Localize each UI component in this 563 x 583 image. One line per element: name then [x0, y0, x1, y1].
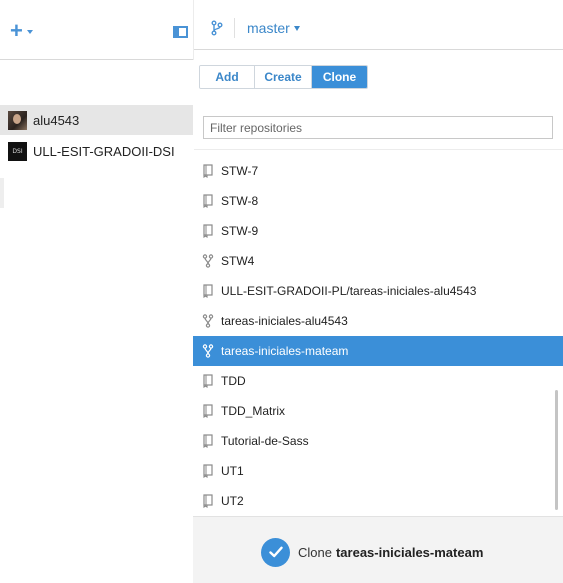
repository-list: STW-7 STW-8 STW-9 STW4 ULL-ESIT-GRADOII-PL/t…: [193, 156, 563, 516]
org-avatar: DSI: [8, 141, 27, 161]
account-label: ULL-ESIT-GRADOII-DSI: [33, 143, 175, 159]
repo-list-item[interactable]: TDD_Matrix: [193, 396, 563, 426]
fork-icon: [201, 254, 215, 268]
repo-list-item[interactable]: STW-9: [193, 216, 563, 246]
github-desktop-clone-panel: + master Add Create Clone alu4543 DSI UL…: [0, 0, 563, 583]
repo-icon: [201, 404, 215, 418]
repo-name: STW-9: [221, 224, 259, 238]
repo-name: UT1: [221, 464, 244, 478]
branch-selector[interactable]: master: [247, 19, 300, 37]
tab-add[interactable]: Add: [200, 66, 255, 88]
repo-list-item[interactable]: STW-8: [193, 186, 563, 216]
repo-icon: [201, 374, 215, 388]
repo-name: STW4: [221, 254, 255, 268]
repo-list-item[interactable]: UT1: [193, 456, 563, 486]
fork-icon: [201, 314, 215, 328]
repo-list-item[interactable]: Tutorial-de-Sass: [193, 426, 563, 456]
filter-bar: [194, 105, 563, 150]
fork-icon: [201, 344, 215, 358]
branch-separator: [234, 18, 235, 38]
clone-button[interactable]: Clone tareas-iniciales-mateam: [261, 537, 483, 567]
left-toolbar: +: [0, 0, 193, 60]
repo-list-item[interactable]: ULL-ESIT-GRADOII-PL/tareas-iniciales-alu…: [193, 276, 563, 306]
sidebar-edge: [0, 178, 4, 208]
repo-icon: [201, 464, 215, 478]
repo-name: TDD_Matrix: [221, 404, 286, 418]
repo-icon: [201, 164, 215, 178]
branch-name: master: [247, 20, 290, 36]
repo-name: TDD: [221, 374, 246, 388]
repo-icon: [201, 194, 215, 208]
branch-icon: [211, 20, 223, 36]
repo-list-item[interactable]: STW4: [193, 246, 563, 276]
repo-list-item[interactable]: tareas-iniciales-mateam: [193, 336, 563, 366]
accounts-sidebar: alu4543 DSI ULL-ESIT-GRADOII-DSI: [0, 105, 193, 583]
plus-icon: +: [10, 18, 23, 43]
repo-name: ULL-ESIT-GRADOII-PL/tareas-iniciales-alu…: [221, 284, 477, 298]
repo-list-item[interactable]: UT2: [193, 486, 563, 516]
sidebar-item-ull-esit-gradoii-dsi[interactable]: DSI ULL-ESIT-GRADOII-DSI: [0, 136, 193, 166]
clone-target: tareas-iniciales-mateam: [335, 544, 484, 560]
account-label: alu4543: [33, 112, 80, 128]
repo-name: Tutorial-de-Sass: [221, 434, 309, 448]
repo-name: tareas-iniciales-mateam: [221, 344, 349, 358]
sidebar-item-alu4543[interactable]: alu4543: [0, 105, 193, 135]
repo-icon: [201, 224, 215, 238]
repo-name: UT2: [221, 494, 244, 508]
tab-clone[interactable]: Clone: [312, 66, 367, 88]
repo-list-item[interactable]: STW-7: [193, 156, 563, 186]
repo-icon: [201, 494, 215, 508]
repo-name: tareas-iniciales-alu4543: [221, 314, 348, 328]
add-menu-button[interactable]: +: [10, 18, 33, 43]
filter-repositories-input[interactable]: [203, 116, 553, 139]
avatar: [8, 110, 27, 130]
mode-tabs: Add Create Clone: [199, 65, 368, 89]
scrollbar[interactable]: [555, 390, 558, 510]
chevron-down-icon: [26, 30, 33, 34]
chevron-down-icon: [293, 26, 300, 31]
repo-name: STW-8: [221, 194, 259, 208]
clone-verb: Clone: [298, 544, 332, 560]
repo-icon: [201, 434, 215, 448]
repo-list-item[interactable]: TDD: [193, 366, 563, 396]
repo-name: STW-7: [221, 164, 259, 178]
repo-list-item[interactable]: tareas-iniciales-alu4543: [193, 306, 563, 336]
repo-icon: [201, 284, 215, 298]
check-icon: [261, 537, 290, 567]
sidebar-toggle-icon[interactable]: [173, 26, 188, 38]
footer: Clone tareas-iniciales-mateam: [193, 516, 563, 583]
tab-create[interactable]: Create: [255, 66, 312, 88]
right-toolbar: master: [194, 0, 563, 50]
